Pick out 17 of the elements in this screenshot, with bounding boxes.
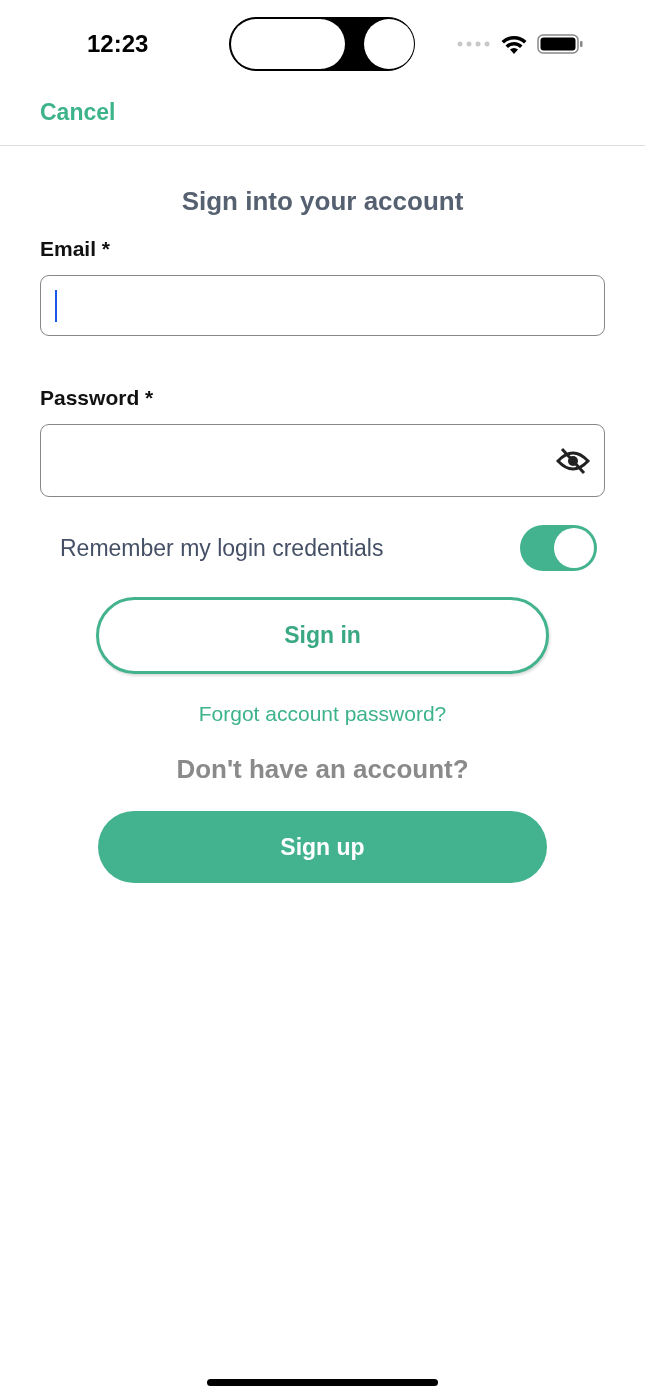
remember-toggle[interactable] <box>520 525 597 571</box>
no-account-text: Don't have an account? <box>176 754 469 785</box>
email-field[interactable] <box>40 275 605 336</box>
signal-icon <box>457 41 491 47</box>
page-title: Sign into your account <box>180 186 465 217</box>
remember-label: Remember my login credentials <box>60 534 384 562</box>
sign-up-button[interactable]: Sign up <box>98 811 547 883</box>
field-label: Password * <box>40 386 154 410</box>
forgot-password-link[interactable]: Forgot account password? <box>198 702 447 726</box>
field-label: Email * <box>40 237 111 261</box>
sign-in-button[interactable]: Sign in <box>96 597 549 674</box>
battery-icon <box>537 34 583 54</box>
eye-slash-icon[interactable] <box>556 446 590 475</box>
password-field[interactable] <box>40 424 605 497</box>
cancel-button[interactable]: Cancel <box>40 99 116 126</box>
wifi-icon <box>501 34 527 54</box>
status-time: 12:23 <box>87 30 150 58</box>
